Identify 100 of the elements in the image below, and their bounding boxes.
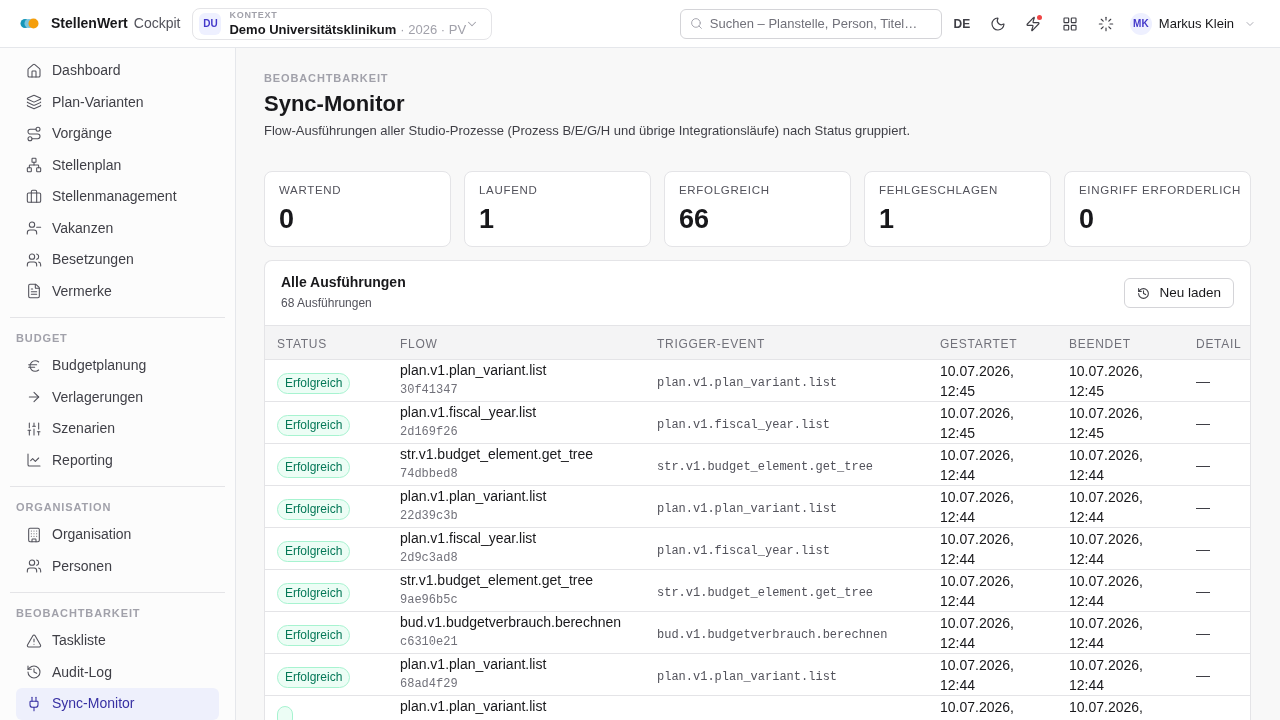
users-icon: [26, 558, 42, 575]
logo-icon: [20, 18, 39, 29]
user-minus-icon: [26, 220, 42, 237]
column-header: BEENDET: [1069, 336, 1131, 351]
run-id: 74dbbed8: [400, 466, 459, 483]
stat-value: 1: [479, 203, 496, 235]
run-id: 9ae96b5c: [400, 592, 459, 609]
reload-button[interactable]: Neu laden: [1124, 278, 1234, 308]
panel-subtitle: 68 Ausführungen: [281, 295, 373, 311]
trigger-event: bud.v1.budgetverbrauch.berechnen: [657, 628, 888, 642]
user-menu-button[interactable]: MK Markus Klein: [1129, 9, 1256, 38]
users-icon: [26, 251, 42, 268]
sidebar-item[interactable]: Verlagerungen: [16, 381, 219, 413]
timestamp: 10.07.2026, 12:44: [940, 614, 1015, 653]
sidebar-item[interactable]: Stellenmanagement: [16, 181, 219, 213]
flow-name: bud.v1.budgetverbrauch.berechnen: [400, 613, 623, 632]
timestamp: 10.07.2026, 12:44: [940, 446, 1015, 485]
flow-name: plan.v1.fiscal_year.list: [400, 403, 538, 422]
stat-value: 66: [679, 203, 711, 235]
trigger-event: plan.v1.plan_variant.list: [657, 670, 838, 684]
detail-text: —: [1196, 625, 1210, 641]
column-header: TRIGGER-EVENT: [657, 336, 766, 351]
sidebar-item[interactable]: Audit-Log: [16, 656, 219, 688]
section-label: BEOBACHTBARKEIT: [264, 71, 390, 86]
stat-value: 1: [879, 203, 896, 235]
sidebar-item[interactable]: Vermerke: [16, 275, 219, 307]
timestamp: 10.07.2026, 12:44: [940, 572, 1015, 611]
sidebar-item[interactable]: Budgetplanung: [16, 350, 219, 382]
sidebar-item[interactable]: Vakanzen: [16, 212, 219, 244]
sidebar-item[interactable]: Besetzungen: [16, 244, 219, 276]
sidebar-item[interactable]: Dashboard: [16, 55, 219, 87]
stat-value: 0: [279, 203, 296, 235]
timestamp: 10.07.2026, 12:44: [940, 530, 1015, 569]
run-id: 68ad4f29: [400, 676, 459, 693]
status-badge: Erfolgreich: [277, 666, 351, 688]
panel-title: Alle Ausführungen: [281, 273, 406, 292]
sidebar-item[interactable]: Personen: [16, 550, 219, 582]
flow-name: plan.v1.fiscal_year.list: [400, 529, 538, 548]
run-id: c6310e21: [400, 634, 459, 651]
column-header: GESTARTET: [940, 336, 1018, 351]
sidebar-item[interactable]: Szenarien: [16, 413, 219, 445]
section-label: ORGANISATION: [16, 500, 113, 515]
flow-name: str.v1.budget_element.get_tree: [400, 571, 595, 590]
euro-icon: [26, 357, 42, 374]
detail-text: —: [1196, 499, 1210, 515]
detail-text: —: [1196, 583, 1210, 599]
timestamp: 10.07.2026, 12:44: [1069, 656, 1144, 695]
plug-icon: [26, 695, 42, 712]
status-badge: Erfolgreich: [277, 498, 351, 520]
sidebar-item[interactable]: Taskliste: [16, 625, 219, 657]
timestamp: 10.07.2026, 12:45: [940, 404, 1015, 443]
page-description: Flow-Ausführungen aller Studio-Prozesse (Prozess B/E/G/H und übrige Integrationsläufe) nach Status gruppiert.: [264, 122, 911, 140]
detail-text: —: [1196, 415, 1210, 431]
history-icon: [26, 664, 42, 681]
trigger-event: str.v1.budget_element.get_tree: [657, 460, 874, 474]
search-field[interactable]: Suchen – Planstelle, Person, Titel…: [679, 8, 942, 39]
status-badge: Erfolgreich: [277, 456, 351, 478]
stat-label: FEHLGESCHLAGEN: [879, 183, 999, 198]
line-chart-icon: [26, 452, 42, 469]
warning-icon: [26, 632, 42, 649]
detail-text: —: [1196, 457, 1210, 473]
trigger-event: str.v1.budget_element.get_tree: [657, 586, 874, 600]
status-badge: Erfolgreich: [277, 540, 351, 562]
sidebar-item[interactable]: Reporting: [16, 444, 219, 476]
building-icon: [26, 526, 42, 543]
sidebar-item[interactable]: Stellenplan: [16, 149, 219, 181]
search-icon: [689, 17, 703, 30]
timestamp: 10.07.2026, 12:45: [1069, 362, 1144, 401]
sidebar-item[interactable]: Plan-Varianten: [16, 86, 219, 118]
flow-name: plan.v1.plan_variant.list: [400, 487, 548, 506]
route-icon: [26, 125, 42, 142]
stat-label: LAUFEND: [479, 183, 539, 198]
layers-icon: [26, 94, 42, 111]
stat-value: 0: [1079, 203, 1096, 235]
house-icon: [26, 62, 42, 79]
sidebar-item[interactable]: Vorgänge: [16, 118, 219, 150]
trigger-event: plan.v1.fiscal_year.list: [657, 544, 830, 558]
trigger-event: plan.v1.plan_variant.list: [657, 376, 838, 390]
sidebar-item[interactable]: Organisation: [16, 519, 219, 551]
run-id: 2d9c3ad8: [400, 550, 459, 567]
timestamp: 10.07.2026, 12:44: [1069, 488, 1144, 527]
timestamp: 10.07.2026,: [940, 698, 1015, 717]
status-badge: Erfolgreich: [277, 624, 351, 646]
sliders-icon: [26, 420, 42, 437]
stat-label: WARTEND: [279, 183, 343, 198]
column-header: FLOW: [400, 336, 438, 351]
context-name: Demo Universitätsklinikum: [229, 20, 397, 38]
language-button[interactable]: DE: [947, 9, 976, 38]
run-id: 22d39c3b: [400, 508, 459, 525]
context-selector[interactable]: DU KONTEXT Demo Universitätsklinikum · 2026 · PV: [192, 7, 493, 40]
run-id: 2d169f26: [400, 424, 459, 441]
flow-name: plan.v1.plan_variant.list: [400, 697, 548, 716]
sidebar-item[interactable]: Sync-Monitor: [16, 688, 219, 720]
timestamp: 10.07.2026, 12:44: [1069, 614, 1144, 653]
history-icon: [1137, 286, 1151, 300]
user-avatar: MK: [1129, 12, 1152, 35]
section-label: BUDGET: [16, 331, 69, 346]
status-badge: Erfolgreich: [277, 582, 351, 604]
brand-name: StellenWert: [51, 14, 128, 33]
trigger-event: plan.v1.plan_variant.list: [657, 502, 838, 516]
